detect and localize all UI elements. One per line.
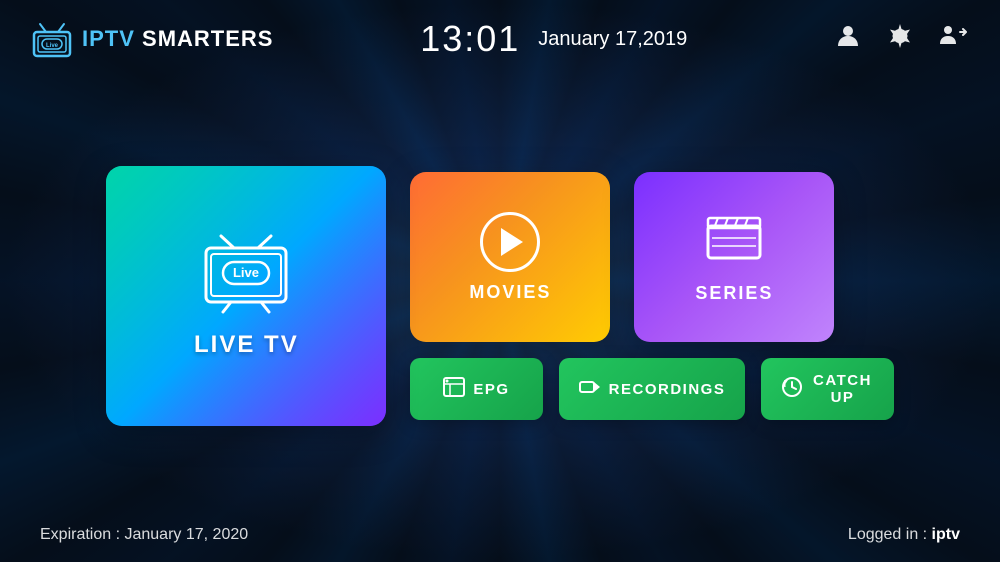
logged-in-prefix: Logged in : (848, 526, 932, 543)
logged-in-user: iptv (932, 526, 960, 543)
catch-up-icon (781, 376, 803, 403)
movies-card[interactable]: MOVIES (410, 172, 610, 342)
header: Live IPTV SMARTERS 13:01 January 17,2019 (0, 0, 1000, 70)
expiration-text: Expiration : January 17, 2020 (40, 526, 248, 544)
logo-prefix: IPTV (82, 26, 135, 51)
switch-user-icon[interactable] (938, 22, 970, 57)
live-tv-label: LIVE TV (194, 331, 299, 359)
expiration-date: January 17, 2020 (124, 526, 248, 543)
recordings-icon (579, 378, 601, 401)
footer: Expiration : January 17, 2020 Logged in … (0, 512, 1000, 562)
main-area: Live LIVE TV MOVIES (0, 70, 1000, 512)
epg-icon (443, 377, 465, 402)
bottom-buttons: EPG RECORDINGS (410, 358, 893, 420)
live-tv-card[interactable]: Live LIVE TV (106, 166, 386, 426)
movies-label: MOVIES (469, 282, 551, 303)
svg-text:Live: Live (46, 43, 59, 49)
date-display: January 17,2019 (538, 28, 687, 51)
logo-area: Live IPTV SMARTERS (30, 22, 273, 56)
expiration-prefix: Expiration : (40, 526, 124, 543)
logo-icon: Live (30, 22, 74, 56)
time-display: 13:01 (420, 18, 520, 60)
epg-button[interactable]: EPG (410, 358, 542, 420)
catch-up-button[interactable]: CATCH UP (761, 358, 893, 420)
play-circle-icon (480, 212, 540, 272)
recordings-button[interactable]: RECORDINGS (559, 358, 746, 420)
clapperboard-icon (704, 210, 764, 275)
header-icons (834, 22, 970, 57)
series-card[interactable]: SERIES (634, 172, 834, 342)
catch-up-label: CATCH UP (811, 372, 873, 406)
live-tv-icon: Live (201, 234, 291, 319)
play-triangle-icon (501, 228, 523, 256)
header-center: 13:01 January 17,2019 (293, 18, 814, 60)
top-cards: MOVIES (410, 172, 893, 342)
logo-text: IPTV SMARTERS (82, 26, 273, 52)
series-label: SERIES (695, 283, 773, 304)
logged-in-text: Logged in : iptv (848, 526, 960, 544)
logo-suffix: SMARTERS (142, 26, 273, 51)
settings-icon[interactable] (886, 22, 914, 57)
svg-text:Live: Live (233, 265, 259, 280)
right-column: MOVIES (410, 172, 893, 420)
profile-icon[interactable] (834, 22, 862, 57)
epg-label: EPG (473, 381, 509, 398)
recordings-label: RECORDINGS (609, 381, 726, 398)
